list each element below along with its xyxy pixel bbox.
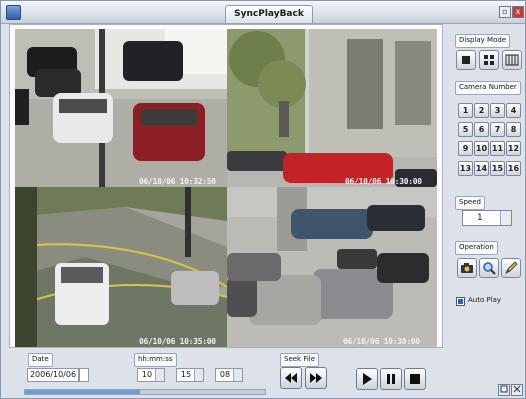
seek-backward-button[interactable] xyxy=(280,367,302,389)
play-icon xyxy=(363,373,372,385)
camera-number-label: Camera Number xyxy=(455,81,521,95)
hour-field[interactable]: 10 xyxy=(137,368,165,382)
camera-button-8[interactable]: 8 xyxy=(506,122,521,137)
checkmark-icon xyxy=(458,299,463,304)
minimize-button[interactable]: ▫ xyxy=(499,6,511,18)
second-spinner[interactable] xyxy=(233,369,242,381)
speed-value: 1 xyxy=(477,213,483,223)
speed-spinner[interactable]: 1 xyxy=(462,210,512,226)
camera-button-7[interactable]: 7 xyxy=(490,122,505,137)
camera-button-9[interactable]: 9 xyxy=(458,141,473,156)
seek-forward-button[interactable] xyxy=(305,367,327,389)
camera-button-6[interactable]: 6 xyxy=(474,122,489,137)
camera-button-15[interactable]: 15 xyxy=(490,161,505,176)
search-button[interactable] xyxy=(479,258,499,278)
seek-file-label: Seek File xyxy=(280,353,320,367)
camera-button-10[interactable]: 10 xyxy=(474,141,489,156)
camera-button-3[interactable]: 3 xyxy=(490,103,505,118)
camera-grid: 06/10/06 10:32:50 06/10/06 10:30:00 06/1… xyxy=(15,29,437,347)
camera-3-timestamp: 06/10/06 10:35:00 xyxy=(139,337,216,346)
play-button[interactable] xyxy=(356,368,378,390)
timeline-progress xyxy=(25,390,141,394)
camera-button-14[interactable]: 14 xyxy=(474,161,489,176)
auto-play-label: Auto Play xyxy=(468,296,502,304)
minute-value: 15 xyxy=(180,370,192,379)
settings-icon xyxy=(513,385,521,393)
camera-view-1[interactable]: 06/10/06 10:32:50 xyxy=(15,29,227,187)
title-bar: SyncPlayBack ▫ x xyxy=(1,1,525,24)
camera-view-3[interactable]: 06/10/06 10:35:00 xyxy=(15,187,227,347)
date-value: 2006/10/06 xyxy=(29,370,77,379)
help-icon xyxy=(500,385,508,393)
camera-2-timestamp: 06/10/06 10:30:00 xyxy=(345,177,422,186)
minute-spinner[interactable] xyxy=(194,369,203,381)
single-view-icon xyxy=(462,56,470,64)
close-button[interactable]: x xyxy=(512,6,524,18)
camera-button-13[interactable]: 13 xyxy=(458,161,473,176)
date-spinner[interactable] xyxy=(79,368,89,382)
app-icon xyxy=(6,5,21,20)
camera-icon xyxy=(461,263,473,273)
second-value: 08 xyxy=(219,370,231,379)
camera-4-timestamp: 06/10/06 10:38:00 xyxy=(343,337,420,346)
camera-button-1[interactable]: 1 xyxy=(458,103,473,118)
camera-2-image xyxy=(227,29,437,187)
minute-field[interactable]: 15 xyxy=(176,368,204,382)
speed-spin-arrows[interactable] xyxy=(500,211,511,225)
timeline-track[interactable] xyxy=(24,389,266,395)
operation-label: Operation xyxy=(455,241,498,255)
quad-view-icon xyxy=(484,55,494,65)
camera-button-16[interactable]: 16 xyxy=(506,161,521,176)
camera-button-5[interactable]: 5 xyxy=(458,122,473,137)
display-mode-single-button[interactable] xyxy=(456,50,476,70)
speed-label: Speed xyxy=(455,196,485,210)
camera-4-image xyxy=(227,187,437,347)
pencil-icon xyxy=(505,261,518,274)
display-mode-sixteen-button[interactable] xyxy=(502,50,522,70)
display-mode-label: Display Mode xyxy=(455,34,511,48)
camera-button-12[interactable]: 12 xyxy=(506,141,521,156)
hour-spinner[interactable] xyxy=(155,369,164,381)
rewind-icon xyxy=(285,373,297,383)
edit-button[interactable] xyxy=(501,258,521,278)
fast-forward-icon xyxy=(310,373,322,383)
pause-button[interactable] xyxy=(380,368,402,390)
stop-button[interactable] xyxy=(404,368,426,390)
help-button[interactable] xyxy=(498,384,510,396)
display-mode-quad-button[interactable] xyxy=(479,50,499,70)
camera-3-image xyxy=(15,187,227,347)
camera-view-4[interactable]: 06/10/06 10:38:00 xyxy=(227,187,437,347)
camera-button-2[interactable]: 2 xyxy=(474,103,489,118)
camera-view-2[interactable]: 06/10/06 10:30:00 xyxy=(227,29,437,187)
date-field[interactable]: 2006/10/06 xyxy=(27,368,79,382)
camera-button-4[interactable]: 4 xyxy=(506,103,521,118)
time-label: hh:mm:ss xyxy=(134,353,177,367)
stop-icon xyxy=(410,374,420,384)
second-field[interactable]: 08 xyxy=(215,368,243,382)
sixteen-view-icon xyxy=(505,54,519,66)
camera-1-timestamp: 06/10/06 10:32:50 xyxy=(139,177,216,186)
auto-play-checkbox[interactable] xyxy=(456,297,465,306)
camera-button-11[interactable]: 11 xyxy=(490,141,505,156)
pause-icon xyxy=(387,374,395,384)
date-label: Date xyxy=(28,353,53,367)
window-title: SyncPlayBack xyxy=(225,5,313,23)
search-icon xyxy=(483,262,496,275)
snapshot-button[interactable] xyxy=(457,258,477,278)
hour-value: 10 xyxy=(141,370,153,379)
settings-button[interactable] xyxy=(511,384,523,396)
camera-1-image xyxy=(15,29,227,187)
